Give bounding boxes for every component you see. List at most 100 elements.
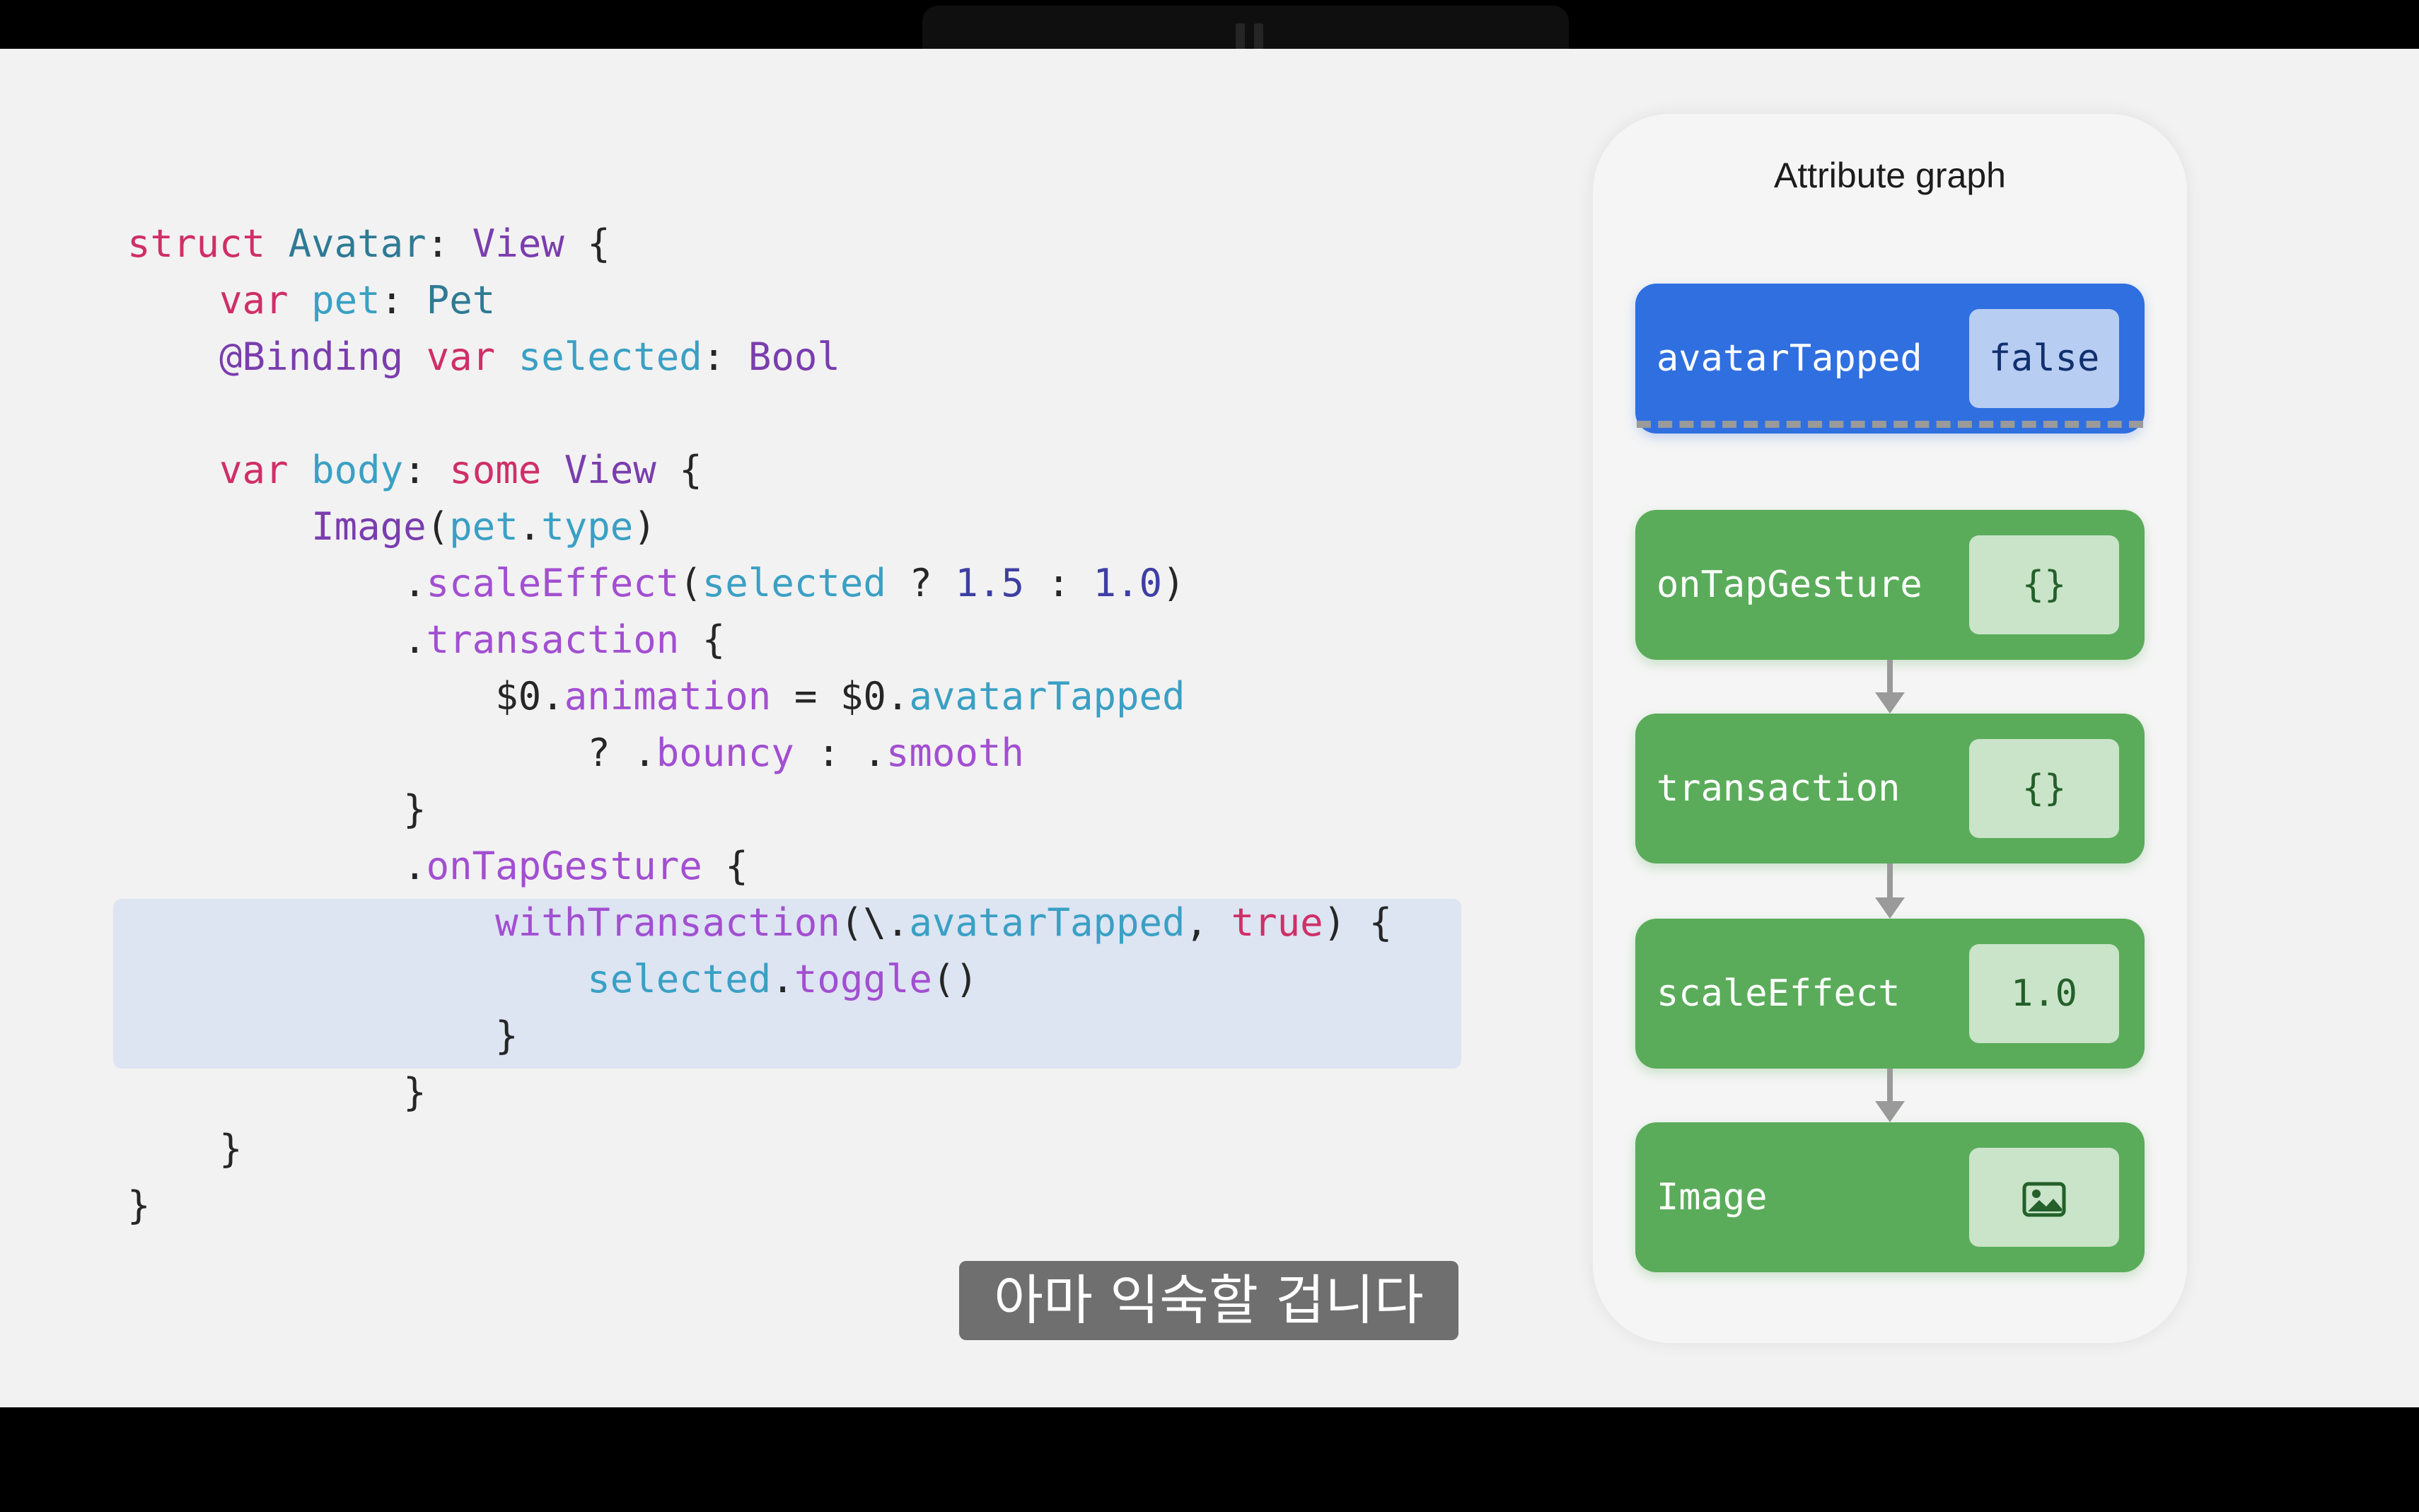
node-label: scaleEffect bbox=[1657, 972, 1901, 1015]
code-token: () bbox=[932, 957, 978, 1001]
code-line: ? .bouncy : .smooth bbox=[127, 725, 1392, 781]
code-token: View bbox=[472, 221, 564, 266]
code-token: ? . bbox=[127, 731, 656, 775]
code-token: } bbox=[127, 1127, 243, 1171]
code-line: .scaleEffect(selected ? 1.5 : 1.0) bbox=[127, 555, 1392, 612]
code-token: selected bbox=[518, 335, 702, 379]
arrow-down-icon bbox=[1875, 1069, 1905, 1122]
code-line: $0.animation = $0.avatarTapped bbox=[127, 668, 1392, 725]
code-token: : . bbox=[794, 731, 886, 775]
code-token: View bbox=[564, 448, 656, 492]
code-line: } bbox=[127, 781, 1392, 838]
top-letterbox bbox=[0, 0, 2419, 106]
code-token: Avatar bbox=[288, 221, 427, 266]
panel-title: Attribute graph bbox=[1774, 156, 2006, 195]
code-line: Image(pet.type) bbox=[127, 499, 1392, 555]
code-line: } bbox=[127, 1121, 1392, 1177]
code-line: selected.toggle() bbox=[127, 951, 1392, 1008]
code-token: } bbox=[127, 787, 427, 832]
code-token: animation bbox=[564, 674, 772, 719]
code-token: { bbox=[702, 844, 748, 888]
code-token: Bool bbox=[748, 335, 840, 379]
code-token: , bbox=[1185, 900, 1231, 945]
node-scale-effect: scaleEffect 1.0 bbox=[1635, 919, 2145, 1069]
code-token: { bbox=[679, 617, 726, 662]
code-token: $0. bbox=[127, 674, 564, 719]
code-token: } bbox=[127, 1070, 427, 1115]
code-token: transaction bbox=[426, 617, 680, 662]
code-token: selected bbox=[702, 561, 886, 605]
code-token: pet bbox=[449, 504, 518, 549]
code-token: smooth bbox=[886, 731, 1024, 775]
code-line: } bbox=[127, 1008, 1392, 1064]
code-token: } bbox=[127, 1183, 151, 1228]
image-icon bbox=[2022, 1182, 2066, 1217]
code-token: 1.0 bbox=[1093, 561, 1163, 605]
code-token: = $0. bbox=[771, 674, 910, 719]
code-line: } bbox=[127, 1064, 1392, 1121]
node-label: onTapGesture bbox=[1657, 564, 1922, 606]
code-token: pet bbox=[311, 278, 381, 322]
code-token: avatarTapped bbox=[909, 674, 1185, 719]
node-avatar-tapped: avatarTapped false bbox=[1635, 284, 2145, 434]
node-value: false bbox=[1969, 309, 2119, 408]
code-token: ) { bbox=[1323, 900, 1393, 945]
code-token: : bbox=[702, 335, 748, 379]
node-value: 1.0 bbox=[1969, 944, 2119, 1043]
dashed-divider bbox=[1637, 421, 2143, 428]
code-token: avatarTapped bbox=[909, 900, 1185, 945]
code-token: ) bbox=[1162, 561, 1185, 605]
code-token: scaleEffect bbox=[426, 561, 680, 605]
code-token: bouncy bbox=[656, 731, 794, 775]
code-token: Image bbox=[311, 504, 427, 549]
node-value bbox=[1969, 1148, 2119, 1247]
code-block: struct Avatar: View { var pet: Pet @Bind… bbox=[127, 216, 1392, 1234]
node-on-tap-gesture: onTapGesture {} bbox=[1635, 510, 2145, 660]
code-token: type bbox=[541, 504, 634, 549]
code-token: (\. bbox=[840, 900, 910, 945]
node-label: Image bbox=[1657, 1176, 1768, 1219]
code-token: . bbox=[771, 957, 794, 1001]
code-token: struct bbox=[127, 221, 266, 266]
code-token: @Binding bbox=[219, 335, 404, 379]
code-token: body bbox=[311, 448, 404, 492]
node-label: avatarTapped bbox=[1657, 337, 1922, 380]
code-token: . bbox=[127, 561, 427, 605]
code-token: selected bbox=[587, 957, 772, 1001]
code-token: . bbox=[518, 504, 542, 549]
arrow-down-icon bbox=[1875, 863, 1905, 919]
code-line: .transaction { bbox=[127, 612, 1392, 668]
bottom-letterbox bbox=[0, 1407, 2419, 1512]
node-transaction: transaction {} bbox=[1635, 714, 2145, 863]
code-token: { bbox=[564, 221, 610, 266]
code-token: true bbox=[1231, 900, 1323, 945]
code-line: var body: some View { bbox=[127, 442, 1392, 499]
code-token: } bbox=[127, 1013, 518, 1058]
code-line: struct Avatar: View { bbox=[127, 216, 1392, 272]
code-token: . bbox=[127, 617, 427, 662]
code-token: ( bbox=[426, 504, 450, 549]
code-token: : bbox=[426, 221, 472, 266]
code-token: 1.5 bbox=[955, 561, 1024, 605]
code-token: toggle bbox=[794, 957, 932, 1001]
code-line: withTransaction(\.avatarTapped, true) { bbox=[127, 895, 1392, 951]
node-label: transaction bbox=[1657, 767, 1901, 810]
code-token: : bbox=[380, 278, 427, 322]
code-token: ? bbox=[886, 561, 956, 605]
code-token: onTapGesture bbox=[426, 844, 702, 888]
slide: struct Avatar: View { var pet: Pet @Bind… bbox=[0, 49, 2419, 1407]
node-value: {} bbox=[1969, 739, 2119, 838]
code-line: @Binding var selected: Bool bbox=[127, 329, 1392, 385]
code-line: .onTapGesture { bbox=[127, 838, 1392, 895]
